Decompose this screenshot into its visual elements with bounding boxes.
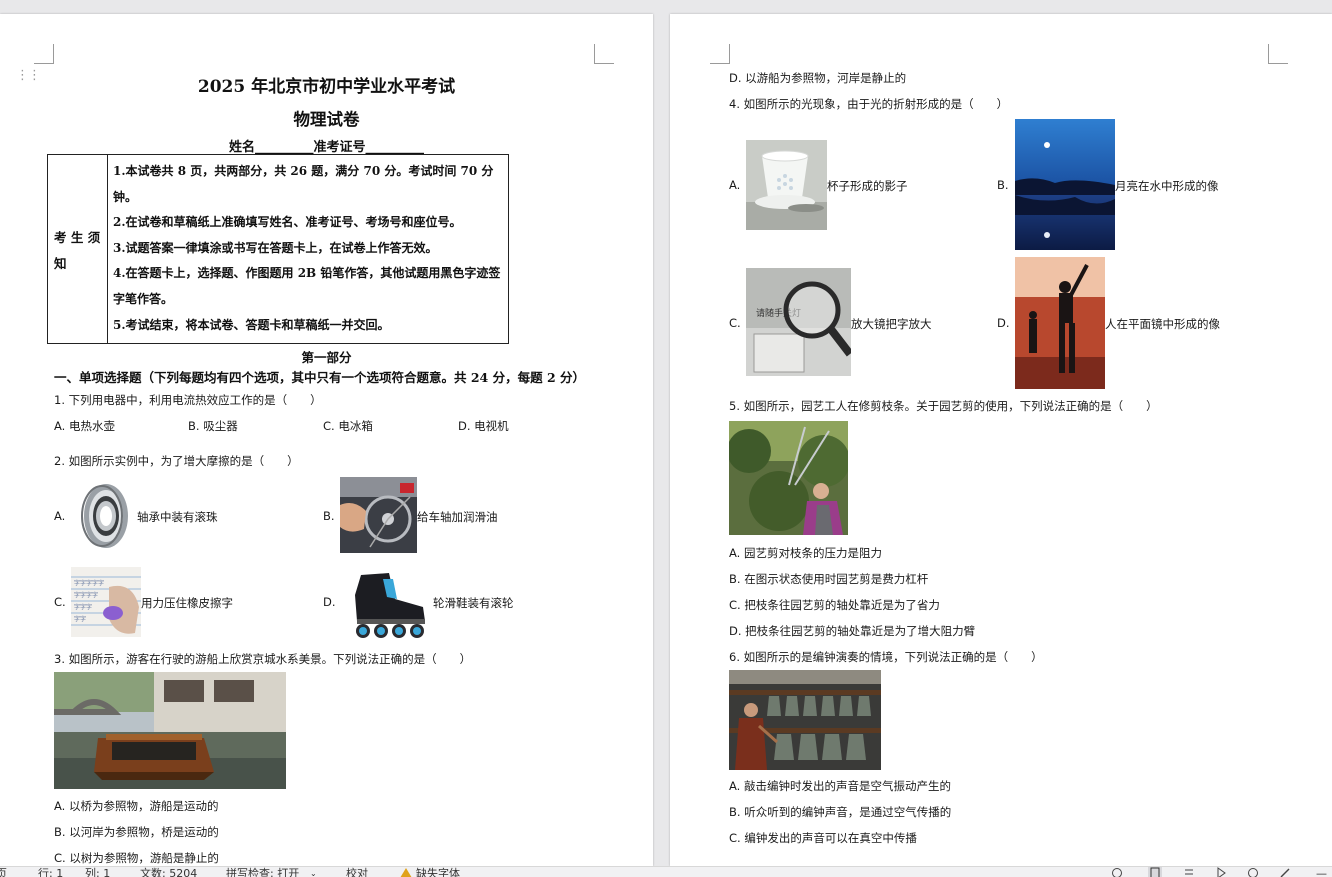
notice-item: 2.在试卷和草稿纸上准确填写姓名、准考证号、考场号和座位号。 [113, 215, 462, 230]
question-4-option-c-letter: C. [729, 316, 741, 330]
question-4-option-a-text: 杯子形成的影子 [827, 179, 908, 193]
chevron-down-icon[interactable]: ⌄ [310, 868, 317, 877]
name-id-line: 姓名_________准考证号_________ [228, 140, 424, 155]
question-6-option-b: B. 听众听到的编钟声音，是通过空气传播的 [729, 805, 952, 819]
question-1-stem: 1. 下列用电器中，利用电流热效应工作的是（ ） [54, 393, 322, 407]
question-4-option-d-text: 人在平面镜中形成的像 [1105, 317, 1220, 331]
status-missing-font[interactable]: 缺失字体 [416, 868, 460, 877]
crop-mark [34, 44, 54, 64]
question-4-option-b-letter: B. [997, 178, 1009, 192]
question-2-option-c-text: 用力压住橡皮擦字 [141, 596, 233, 610]
zoom-minus-icon[interactable]: — [1316, 868, 1327, 877]
notice-item: 3.试题答案一律填涂或书写在答题卡上，在试卷上作答无效。 [113, 240, 438, 255]
web-view-icon[interactable] [1246, 867, 1260, 877]
notice-table: 考 生 须 知 1.本试卷共 8 页，共两部分，共 26 题，满分 70 分。考… [47, 154, 509, 344]
magnifier-image: 请随手关灯 [746, 268, 851, 376]
status-column: 列: 1 [85, 867, 111, 877]
question-3-option-c: C. 以树为参照物，游船是静止的 [54, 851, 219, 865]
dancer-mirror-image [1015, 257, 1105, 389]
roller-skate-image [343, 569, 431, 641]
page-view-icon[interactable] [1148, 867, 1162, 877]
moon-reflection-image [1015, 119, 1115, 250]
question-3-option-b: B. 以河岸为参照物，桥是运动的 [54, 825, 219, 839]
question-4-option-b-text: 月亮在水中形成的像 [1115, 179, 1219, 193]
question-2-option-c-letter: C. [54, 595, 66, 609]
question-2-option-a-letter: A. [54, 509, 66, 523]
question-1-option-b: B. 吸尘器 [188, 419, 238, 433]
notice-item: 1.本试卷共 8 页，共两部分，共 26 题，满分 70 分。考试时间 70 分… [113, 164, 494, 204]
play-icon[interactable] [1214, 867, 1228, 877]
exam-title: 2025 年北京市初中学业水平考试 [197, 77, 456, 97]
notice-items: 1.本试卷共 8 页，共两部分，共 26 题，满分 70 分。考试时间 70 分… [113, 159, 505, 338]
svg-text:字字: 字字 [74, 615, 86, 623]
question-2-option-b-text: 给车轴加润滑油 [417, 510, 498, 524]
question-5-option-c: C. 把枝条往园艺剪的轴处靠近是为了省力 [729, 598, 940, 612]
question-4-option-d-letter: D. [997, 316, 1010, 330]
status-proofread[interactable]: 校对 [346, 868, 368, 877]
svg-text:字字字字: 字字字字 [74, 591, 98, 599]
question-3-option-d: D. 以游船为参照物，河岸是静止的 [729, 71, 907, 85]
status-word-count[interactable]: 文数: 5204 [140, 868, 197, 877]
question-1-option-a: A. 电热水壶 [54, 419, 115, 433]
bianzhong-image [729, 670, 881, 770]
crop-mark [1268, 44, 1288, 64]
notice-item: 4.在答题卡上，选择题、作图题用 2B 铅笔作答，其他试题用黑色字迹签字笔作答。 [113, 266, 501, 306]
bearing-image [74, 477, 134, 555]
question-2-option-d-text: 轮滑鞋装有滚轮 [433, 596, 514, 610]
question-5-stem: 5. 如图所示，园艺工人在修剪枝条。关于园艺剪的使用，下列说法正确的是（ ） [729, 399, 1158, 413]
bike-axle-image [340, 477, 417, 553]
boat-canal-image [54, 672, 286, 789]
notice-label-cell: 考 生 须 知 [48, 155, 108, 343]
status-page[interactable]: 页 [0, 868, 7, 877]
status-line: 行: 1 [38, 867, 64, 877]
notice-item: 5.考试结束，将本试卷、答题卡和草稿纸一并交回。 [113, 317, 390, 332]
question-5-option-b: B. 在图示状态使用时园艺剪是费力杠杆 [729, 572, 929, 586]
question-2-stem: 2. 如图所示实例中，为了增大摩擦的是（ ） [54, 454, 299, 468]
gardener-image [729, 421, 848, 535]
document-page-left[interactable]: ⋮⋮ 2025 年北京市初中学业水平考试 物理试卷 姓名_________准考证… [0, 14, 653, 866]
question-4-option-a-letter: A. [729, 178, 741, 192]
question-3-stem: 3. 如图所示，游客在行驶的游船上欣赏京城水系美景。下列说法正确的是（ ） [54, 652, 472, 666]
question-2-option-d-letter: D. [323, 595, 336, 609]
question-1-option-d: D. 电视机 [458, 419, 509, 433]
svg-text:字字字字字: 字字字字字 [74, 579, 104, 587]
crop-mark [594, 44, 614, 64]
question-2-option-b-letter: B. [323, 509, 335, 523]
warning-icon[interactable] [399, 867, 413, 877]
cup-shadow-image [746, 140, 827, 230]
document-page-right[interactable]: D. 以游船为参照物，河岸是静止的 4. 如图所示的光现象，由于光的折射形成的是… [670, 14, 1332, 866]
pen-icon[interactable] [1278, 867, 1292, 877]
status-spell-check[interactable]: 拼写检查: 打开 [226, 868, 299, 877]
eraser-image: 字字字字字字字字字 字字字字字 [71, 567, 141, 637]
question-3-option-a: A. 以桥为参照物，游船是运动的 [54, 799, 219, 813]
notice-label: 考 生 须 知 [54, 230, 101, 271]
section-title: 一、单项选择题（下列每题均有四个选项，其中只有一个选项符合题意。共 24 分，每… [54, 370, 586, 385]
exam-subtitle: 物理试卷 [293, 110, 360, 129]
focus-mode-icon[interactable] [1110, 867, 1124, 877]
crop-mark [710, 44, 730, 64]
question-2-option-a-text: 轴承中装有滚珠 [137, 510, 218, 524]
question-1-option-c: C. 电冰箱 [323, 419, 373, 433]
question-6-option-a: A. 敲击编钟时发出的声音是空气振动产生的 [729, 779, 951, 793]
question-6-option-c: C. 编钟发出的声音可以在真空中传播 [729, 831, 917, 845]
question-5-option-d: D. 把枝条往园艺剪的轴处靠近是为了增大阻力臂 [729, 624, 976, 638]
svg-text:字字字: 字字字 [74, 603, 92, 611]
outline-view-icon[interactable] [1182, 867, 1196, 877]
question-4-option-c-text: 放大镜把字放大 [851, 317, 932, 331]
status-bar: 页 行: 1 列: 1 文数: 5204 拼写检查: 打开 ⌄ 校对 缺失字体 … [0, 866, 1332, 877]
question-6-stem: 6. 如图所示的是编钟演奏的情境，下列说法正确的是（ ） [729, 650, 1043, 664]
part-title: 第一部分 [301, 350, 352, 365]
question-5-option-a: A. 园艺剪对枝条的压力是阻力 [729, 546, 882, 560]
question-4-stem: 4. 如图所示的光现象，由于光的折射形成的是（ ） [729, 97, 1009, 111]
